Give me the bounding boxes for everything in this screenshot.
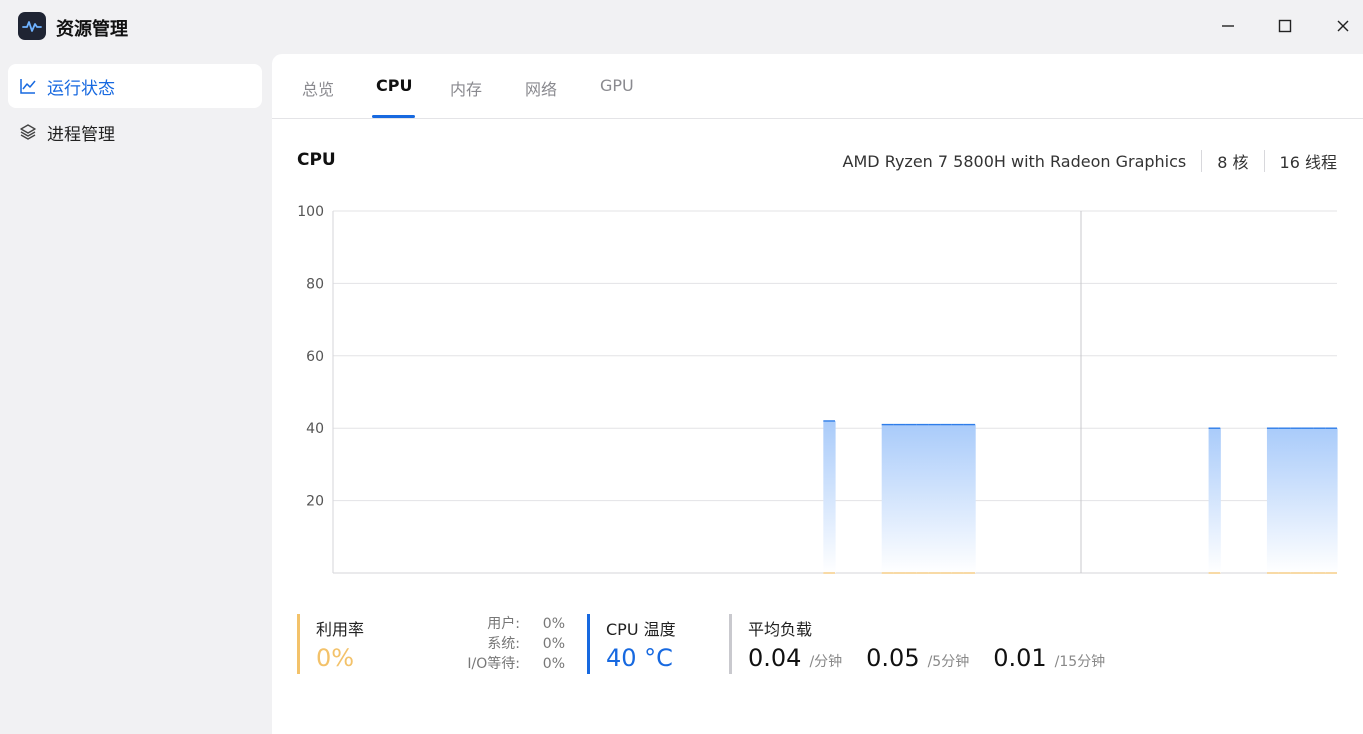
cpu-usage-area [893,424,906,573]
tab-bar: 总览 CPU 内存 网络 GPU [272,54,1363,119]
cpu-threads: 16 线程 [1279,153,1337,172]
utilization-breakdown: 用户: 0% 系统: 0% I/O等待: 0% [440,614,565,674]
cpu-info: AMD Ryzen 7 5800H with Radeon Graphics 8… [843,149,1337,173]
load-1min-value: 0.04 [748,644,802,672]
sidebar-item-status[interactable]: 运行状态 [8,64,262,108]
cpu-usage-area [905,424,918,573]
y-tick-label: 100 [297,204,324,220]
y-tick-label: 80 [306,276,324,292]
temperature-label: CPU 温度 [606,620,676,639]
sidebar: 运行状态 进程管理 [0,54,272,734]
cpu-model: AMD Ryzen 7 5800H with Radeon Graphics [842,151,1187,171]
system-label: 系统: [487,636,520,652]
main-panel: 总览 CPU 内存 网络 GPU CPU AMD Ryzen 7 5800H w… [272,54,1363,734]
cpu-usage-area [823,420,836,573]
load-average-values: 0.04 /分钟 0.05 /5分钟 0.01 /15分钟 [748,644,1129,672]
cpu-usage-area [963,424,976,573]
cpu-usage-area [1278,428,1291,573]
temperature-panel: CPU 温度 40 °C [587,614,702,674]
divider [1263,150,1265,172]
load-1min-unit: /分钟 [809,654,843,670]
close-icon [1337,20,1349,32]
sidebar-item-label: 进程管理 [47,124,115,145]
y-tick-label: 40 [306,421,324,437]
title-bar: 资源管理 [0,0,1363,54]
cpu-cores: 8 核 [1217,153,1249,172]
io-wait-label: I/O等待: [467,656,520,672]
sidebar-item-processes[interactable]: 进程管理 [8,110,262,154]
cpu-usage-area [881,424,894,573]
minimize-button[interactable] [1210,10,1246,42]
line-chart-icon [18,76,38,96]
load-average-label: 平均负载 [748,620,813,639]
close-button[interactable] [1325,10,1361,42]
load-15min-value: 0.01 [993,644,1047,672]
minimize-icon [1222,25,1234,27]
cpu-usage-area [1301,428,1315,573]
load-5min-unit: /5分钟 [927,654,970,670]
tab-gpu[interactable]: GPU [600,76,634,118]
cpu-usage-area [1266,428,1280,573]
sidebar-item-label: 运行状态 [47,78,115,99]
tab-overview[interactable]: 总览 [302,76,334,118]
load-5min-value: 0.05 [866,644,920,672]
maximize-button[interactable] [1267,10,1303,42]
cpu-usage-area [940,424,953,573]
tab-network[interactable]: 网络 [525,76,557,118]
cpu-usage-area [1290,428,1303,573]
user-label: 用户: [487,616,520,632]
system-value: 0% [542,636,565,652]
cpu-usage-area [1208,428,1221,573]
temperature-value: 40 °C [606,644,673,672]
active-tab-indicator [372,115,415,118]
cpu-usage-area [1313,428,1326,573]
y-tick-label: 60 [306,349,324,365]
load-average-panel: 平均负载 0.04 /分钟 0.05 /5分钟 0.01 /15分钟 [729,614,1159,674]
cpu-usage-chart: 100 80 60 40 20 [297,204,1338,574]
cpu-usage-area [928,424,941,573]
utilization-panel: 利用率 0% 用户: 0% 系统: 0% I/O等待: 0% [297,614,565,674]
tab-memory[interactable]: 内存 [450,76,482,118]
divider [1201,150,1203,172]
layers-icon [18,122,38,142]
maximize-icon [1278,19,1292,33]
cpu-usage-area [916,424,929,573]
tab-cpu[interactable]: CPU [376,76,412,118]
cpu-usage-area [1325,428,1338,573]
cpu-usage-area [951,424,965,573]
app-title: 资源管理 [56,19,128,40]
section-title: CPU [297,150,336,170]
load-15min-unit: /15分钟 [1054,654,1106,670]
y-tick-label: 20 [306,494,324,510]
utilization-label: 利用率 [316,620,365,639]
user-value: 0% [542,616,565,632]
app-logo-icon [18,12,46,40]
utilization-value: 0% [316,644,355,672]
io-wait-value: 0% [542,656,565,672]
